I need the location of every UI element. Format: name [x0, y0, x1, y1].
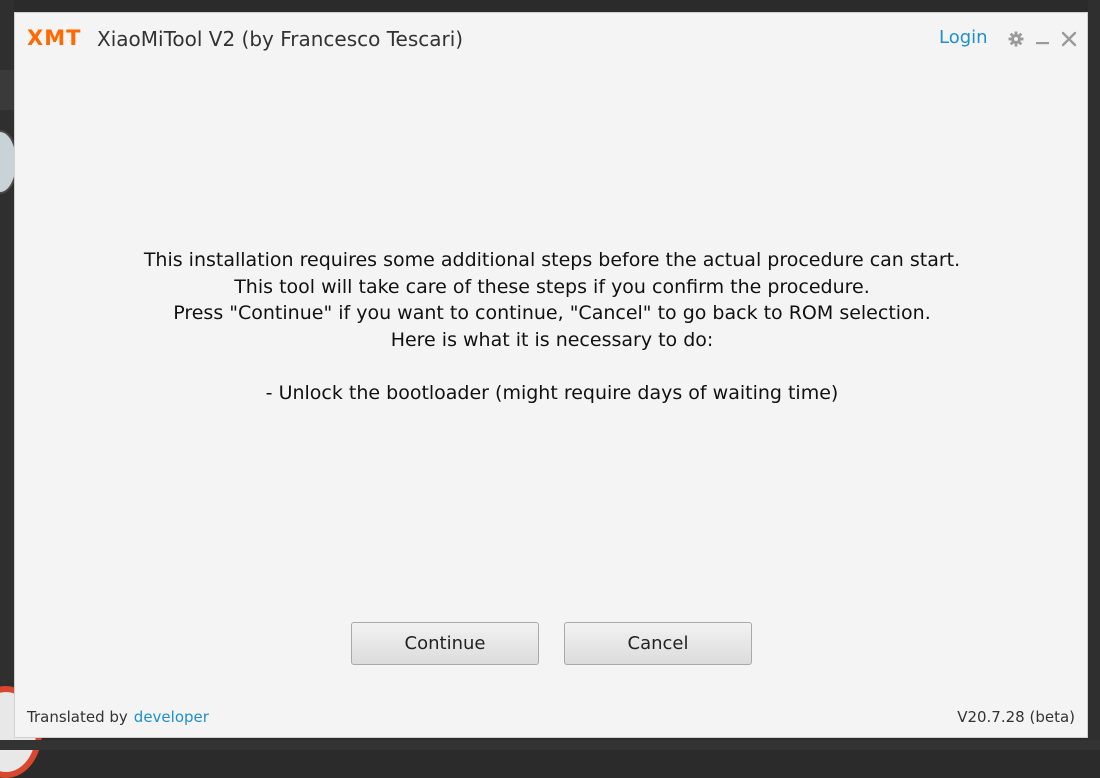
background-right-edge	[1088, 0, 1100, 750]
xmt-logo: XMT	[27, 26, 82, 50]
version-label: V20.7.28 (beta)	[957, 708, 1075, 726]
translation-credit: Translated by developer	[27, 708, 209, 726]
title-bar[interactable]: XMT XiaoMiTool V2 (by Francesco Tescari)…	[15, 13, 1087, 67]
background-bottom-edge	[0, 740, 1100, 750]
xiaomitool-window: XMT XiaoMiTool V2 (by Francesco Tescari)…	[14, 12, 1088, 738]
message-line-3: Press "Continue" if you want to continue…	[173, 302, 931, 325]
message-line-1: This installation requires some addition…	[143, 249, 961, 271]
message-spacer	[15, 353, 1089, 380]
gear-icon[interactable]	[1006, 29, 1026, 49]
window-title: XiaoMiTool V2 (by Francesco Tescari)	[97, 27, 464, 51]
message-line-4: Here is what it is necessary to do:	[390, 328, 714, 351]
background-block	[0, 70, 14, 110]
minimize-icon[interactable]	[1033, 29, 1053, 49]
continue-button[interactable]: Continue	[351, 622, 539, 665]
background-left-edge	[0, 0, 42, 778]
close-icon[interactable]	[1059, 29, 1079, 49]
login-link[interactable]: Login	[939, 27, 988, 48]
translated-by-label: Translated by	[27, 708, 128, 726]
translator-link[interactable]: developer	[134, 708, 209, 726]
message-step-unlock-bootloader: - Unlock the bootloader (might require d…	[265, 381, 839, 404]
cancel-button[interactable]: Cancel	[564, 622, 752, 665]
procedure-message: This installation requires some addition…	[15, 247, 1089, 407]
message-line-2: This tool will take care of these steps …	[234, 275, 870, 298]
